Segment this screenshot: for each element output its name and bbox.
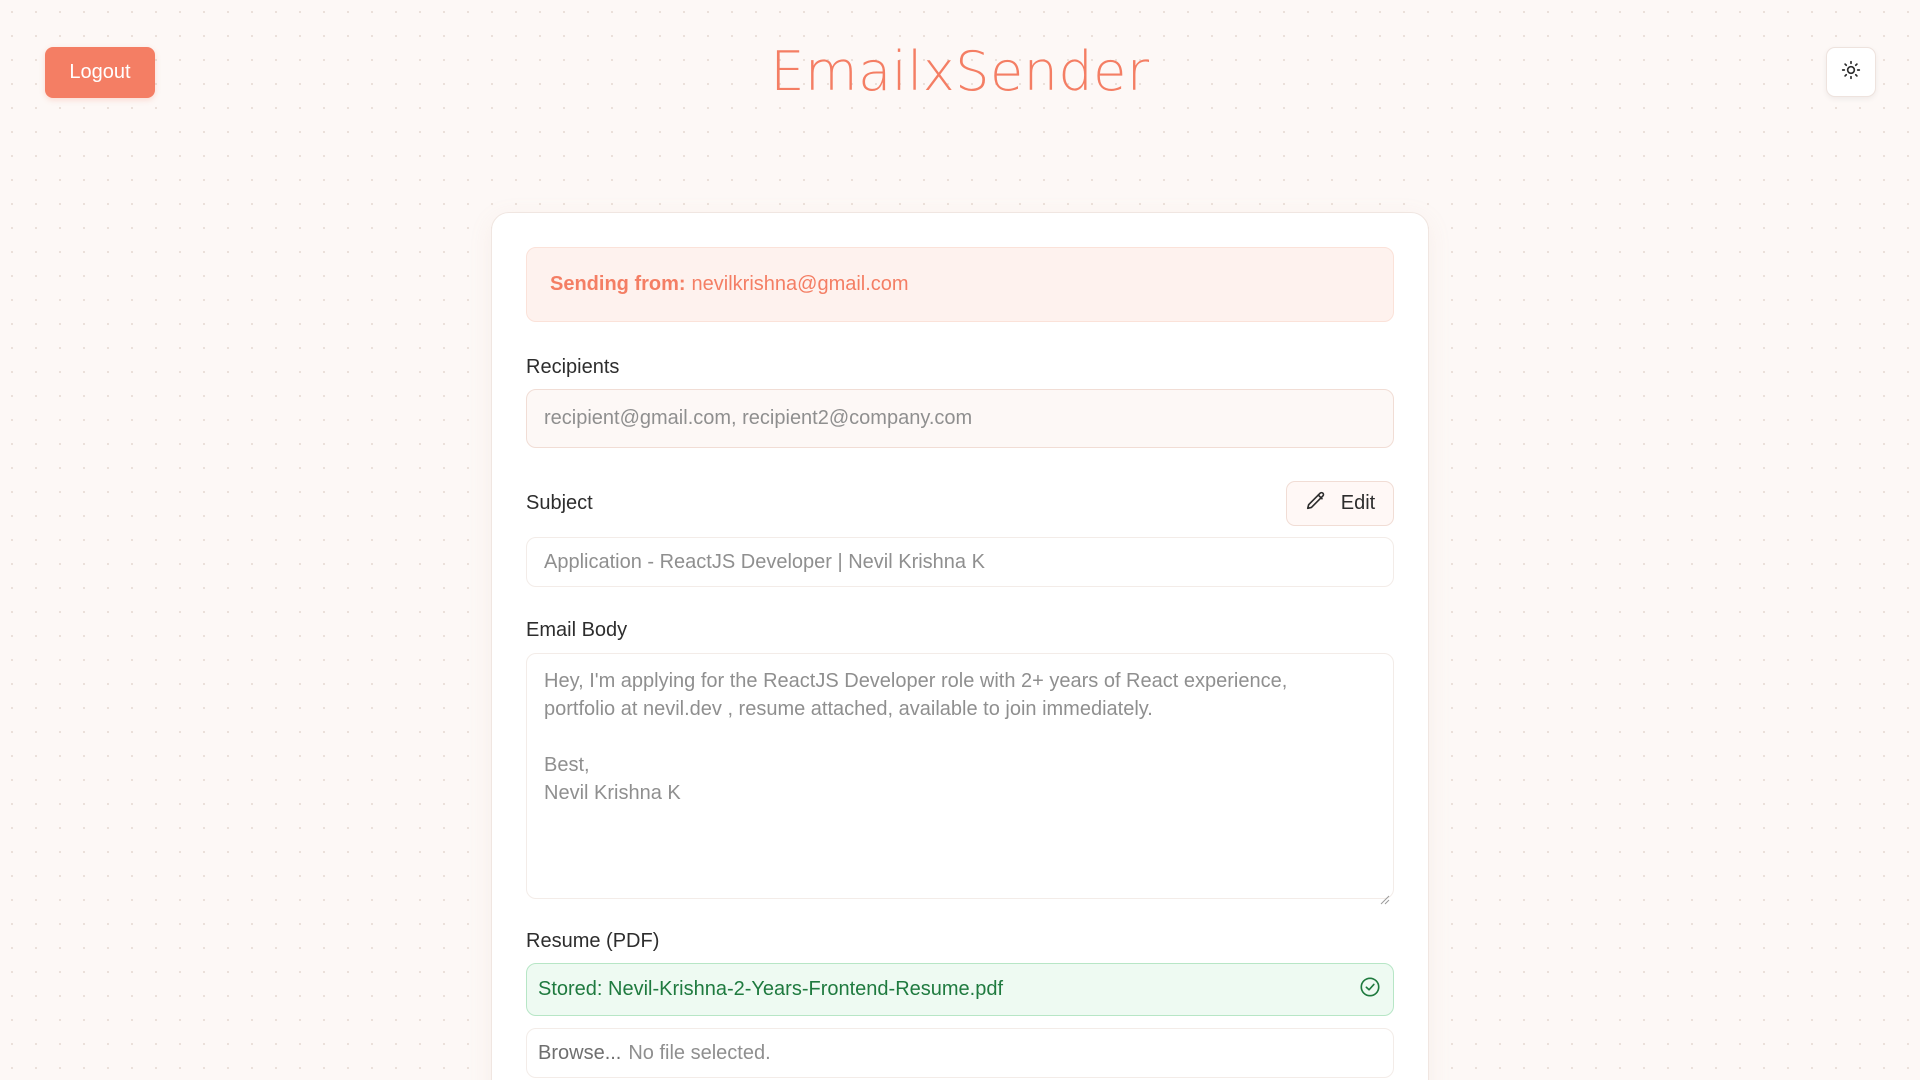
sun-icon — [1841, 60, 1861, 85]
recipients-input[interactable]: recipient@gmail.com, recipient2@company.… — [526, 389, 1394, 448]
recipients-label: Recipients — [526, 356, 620, 378]
subject-label: Subject — [526, 492, 593, 514]
edit-subject-button[interactable]: Edit — [1286, 481, 1394, 526]
theme-toggle-button[interactable] — [1826, 47, 1876, 97]
resume-file-input[interactable]: Browse... No file selected. — [526, 1028, 1394, 1078]
email-body-closing: Best, Nevil Krishna K — [544, 754, 681, 804]
sender-email: nevilkrishna@gmail.com — [691, 273, 909, 295]
email-form-card: Sending from: nevilkrishna@gmail.com Rec… — [491, 212, 1429, 1080]
subject-header: Subject Edit — [526, 481, 1394, 526]
pencil-icon — [1305, 490, 1327, 518]
app-title: EmailxSender — [770, 40, 1150, 103]
no-file-text: No file selected. — [628, 1041, 771, 1064]
sending-from-banner: Sending from: nevilkrishna@gmail.com — [526, 247, 1394, 322]
resize-handle-icon[interactable] — [1380, 885, 1390, 905]
resume-label: Resume (PDF) — [526, 930, 660, 952]
email-body-paragraph: Hey, I'm applying for the ReactJS Develo… — [544, 670, 1288, 720]
subject-input[interactable]: Application - ReactJS Developer | Nevil … — [526, 537, 1394, 587]
stored-resume-status: Stored: Nevil-Krishna-2-Years-Frontend-R… — [526, 963, 1394, 1016]
stored-resume-text: Stored: Nevil-Krishna-2-Years-Frontend-R… — [538, 978, 1004, 1000]
browse-button[interactable]: Browse... — [538, 1042, 621, 1065]
email-body-textarea[interactable]: Hey, I'm applying for the ReactJS Develo… — [526, 653, 1394, 905]
email-body-label: Email Body — [526, 619, 628, 641]
check-circle-icon — [1359, 976, 1381, 1004]
edit-label: Edit — [1340, 492, 1376, 514]
sending-from-label: Sending from: — [550, 273, 686, 295]
